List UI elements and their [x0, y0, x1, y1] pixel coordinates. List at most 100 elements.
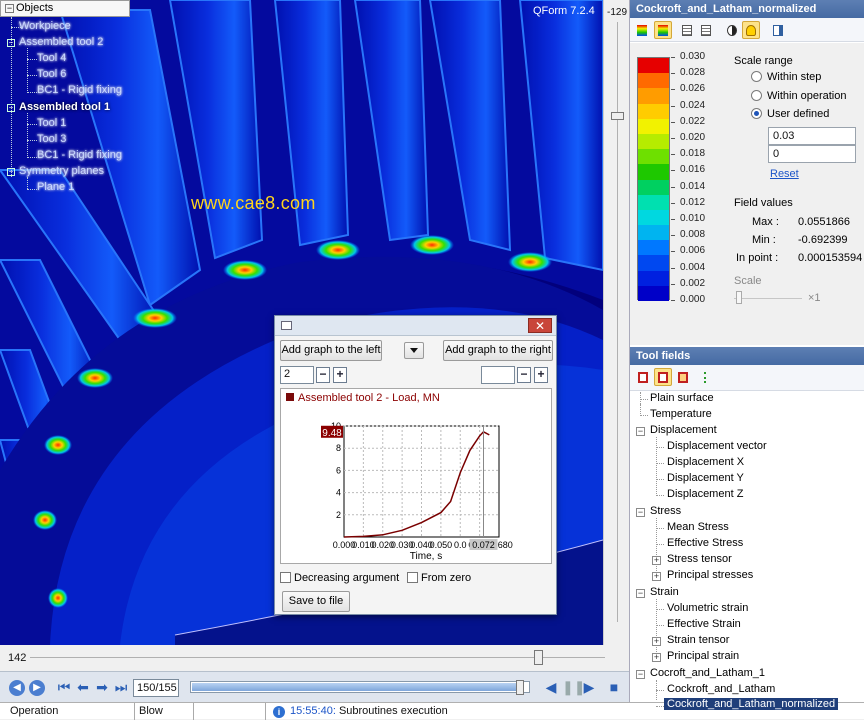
tree-item-tool-4[interactable]: Tool 4 — [37, 52, 66, 64]
within-step-radio[interactable]: Within step — [751, 71, 821, 83]
tree-item-assembled-tool-1[interactable]: Assembled tool 1 — [19, 101, 110, 113]
step-back-icon[interactable]: ⬅ — [75, 679, 91, 695]
field-stress-tensor[interactable]: Stress tensor — [667, 553, 732, 565]
tree-item-tool-3[interactable]: Tool 3 — [37, 133, 66, 145]
left-decrement-button[interactable]: − — [316, 367, 330, 383]
section-icon[interactable] — [674, 368, 692, 386]
field-stress[interactable]: Stress — [650, 505, 681, 517]
vertical-slider[interactable]: -129 — [603, 0, 629, 645]
tree-item-plane-1[interactable]: Plane 1 — [37, 181, 74, 193]
max-label: Max : — [752, 216, 779, 228]
pause-icon[interactable]: ❚❚ — [562, 679, 585, 695]
expand-toggle-icon[interactable]: − — [7, 39, 15, 47]
expand-toggle-icon[interactable]: + — [652, 572, 661, 581]
graph-area[interactable]: Assembled tool 2 - Load, MN 0.000 0.010 0.… — [280, 388, 552, 564]
tree-item-bc1-rigid-fixing[interactable]: BC1 - Rigid fixing — [37, 84, 122, 96]
tree-item-tool-1[interactable]: Tool 1 — [37, 117, 66, 129]
min-value-input[interactable]: 0 — [768, 145, 856, 163]
field-plain-surface[interactable]: Plain surface — [650, 392, 714, 404]
tree-item-tool-6[interactable]: Tool 6 — [37, 68, 66, 80]
field-displacement-y[interactable]: Displacement Y — [667, 472, 744, 484]
field-displacement-z[interactable]: Displacement Z — [667, 488, 743, 500]
tree-item-workpiece[interactable]: Workpiece — [19, 20, 71, 32]
expand-toggle-icon[interactable]: − — [7, 168, 15, 176]
dropdown-button[interactable] — [404, 342, 424, 359]
horizontal-slider[interactable]: 142 — [0, 645, 629, 670]
expand-toggle-icon[interactable]: + — [652, 653, 661, 662]
right-increment-button[interactable]: + — [534, 367, 548, 383]
record-icon[interactable]: ■ — [606, 679, 622, 695]
color-scale-segment — [638, 133, 669, 150]
left-count-input[interactable]: 2 — [280, 366, 314, 384]
tree-icon[interactable] — [700, 368, 718, 386]
frame-counter-input[interactable]: 150/155 — [133, 679, 179, 697]
right-count-input[interactable] — [481, 366, 515, 384]
info-icon: i — [273, 706, 285, 718]
field-volumetric-strain[interactable]: Volumetric strain — [667, 602, 748, 614]
field-principal-strain[interactable]: Principal strain — [667, 650, 739, 662]
list-icon[interactable] — [678, 21, 696, 39]
operation-column-header[interactable]: Operation — [10, 705, 58, 717]
collapse-toggle-icon[interactable]: − — [636, 427, 645, 436]
field-strain[interactable]: Strain — [650, 586, 679, 598]
collapse-toggle-icon[interactable]: − — [636, 508, 645, 517]
forward-circle-icon[interactable]: ▶ — [29, 680, 45, 696]
back-circle-icon[interactable]: ◀ — [9, 680, 25, 696]
from-zero-checkbox[interactable]: From zero — [407, 572, 471, 584]
dialog-titlebar[interactable]: ✕ — [275, 316, 556, 336]
blow-column-header[interactable]: Blow — [139, 705, 163, 717]
user-defined-radio[interactable]: User defined — [751, 108, 829, 120]
colorbar-icon[interactable] — [633, 21, 651, 39]
expand-toggle-icon[interactable]: − — [7, 104, 15, 112]
frame-icon[interactable] — [654, 368, 672, 386]
play-forward-icon[interactable]: ▶ — [581, 679, 597, 695]
field-temperature[interactable]: Temperature — [650, 408, 712, 420]
step-forward-icon[interactable]: ➡ — [94, 679, 110, 695]
surface-icon[interactable] — [634, 368, 652, 386]
left-increment-button[interactable]: + — [333, 367, 347, 383]
field-principal-stresses[interactable]: Principal stresses — [667, 569, 753, 581]
table-icon[interactable] — [697, 21, 715, 39]
last-frame-icon[interactable]: ⏭ — [113, 679, 129, 695]
max-value-input[interactable]: 0.03 — [768, 127, 856, 145]
field-effective-stress[interactable]: Effective Stress — [667, 537, 743, 549]
3d-viewport[interactable]: − Objects Workpiece − Assembled tool 2 To… — [0, 0, 603, 645]
vertical-slider-thumb[interactable] — [611, 112, 624, 120]
progress-thumb[interactable] — [516, 680, 525, 695]
right-decrement-button[interactable]: − — [517, 367, 531, 383]
horizontal-slider-thumb[interactable] — [534, 650, 543, 665]
field-cockroft-and-latham-normalized[interactable]: Cockroft_and_Latham_normalized — [664, 698, 839, 710]
collapse-icon[interactable]: − — [5, 4, 14, 13]
field-strain-tensor[interactable]: Strain tensor — [667, 634, 729, 646]
decreasing-argument-checkbox[interactable]: Decreasing argument — [280, 572, 399, 584]
objects-header[interactable]: − Objects — [0, 0, 130, 17]
field-cockroft-and-latham[interactable]: Cockroft_and_Latham — [667, 683, 775, 695]
tree-item-symmetry-planes[interactable]: Symmetry planes — [19, 165, 104, 177]
save-to-file-button[interactable]: Save to file — [282, 591, 350, 612]
field-displacement-x[interactable]: Displacement X — [667, 456, 744, 468]
add-graph-left-button[interactable]: Add graph to the left — [280, 340, 382, 361]
expand-toggle-icon[interactable]: + — [652, 556, 661, 565]
time-progress-bar[interactable] — [190, 680, 530, 695]
collapse-toggle-icon[interactable]: − — [636, 670, 645, 679]
field-effective-strain[interactable]: Effective Strain — [667, 618, 741, 630]
tree-item-bc1-rigid-fixing-2[interactable]: BC1 - Rigid fixing — [37, 149, 122, 161]
field-displacement[interactable]: Displacement — [650, 424, 717, 436]
scale-slider-thumb[interactable] — [736, 291, 742, 304]
colorbar-smooth-icon[interactable] — [654, 21, 672, 39]
play-backward-icon[interactable]: ◀ — [543, 679, 559, 695]
tree-item-assembled-tool-2[interactable]: Assembled tool 2 — [19, 36, 103, 48]
panel-layout-icon[interactable] — [769, 21, 787, 39]
contrast-icon[interactable] — [723, 21, 741, 39]
field-displacement-vector[interactable]: Displacement vector — [667, 440, 767, 452]
add-graph-right-button[interactable]: Add graph to the right — [443, 340, 553, 361]
collapse-toggle-icon[interactable]: − — [636, 589, 645, 598]
field-mean-stress[interactable]: Mean Stress — [667, 521, 729, 533]
close-button[interactable]: ✕ — [528, 318, 552, 333]
first-frame-icon[interactable]: ⏮ — [56, 679, 72, 695]
reset-link[interactable]: Reset — [770, 168, 799, 180]
lightbulb-icon[interactable] — [742, 21, 760, 39]
within-operation-radio[interactable]: Within operation — [751, 90, 847, 102]
expand-toggle-icon[interactable]: + — [652, 637, 661, 646]
field-cocroft-and-latham-1[interactable]: Cocroft_and_Latham_1 — [650, 667, 765, 679]
